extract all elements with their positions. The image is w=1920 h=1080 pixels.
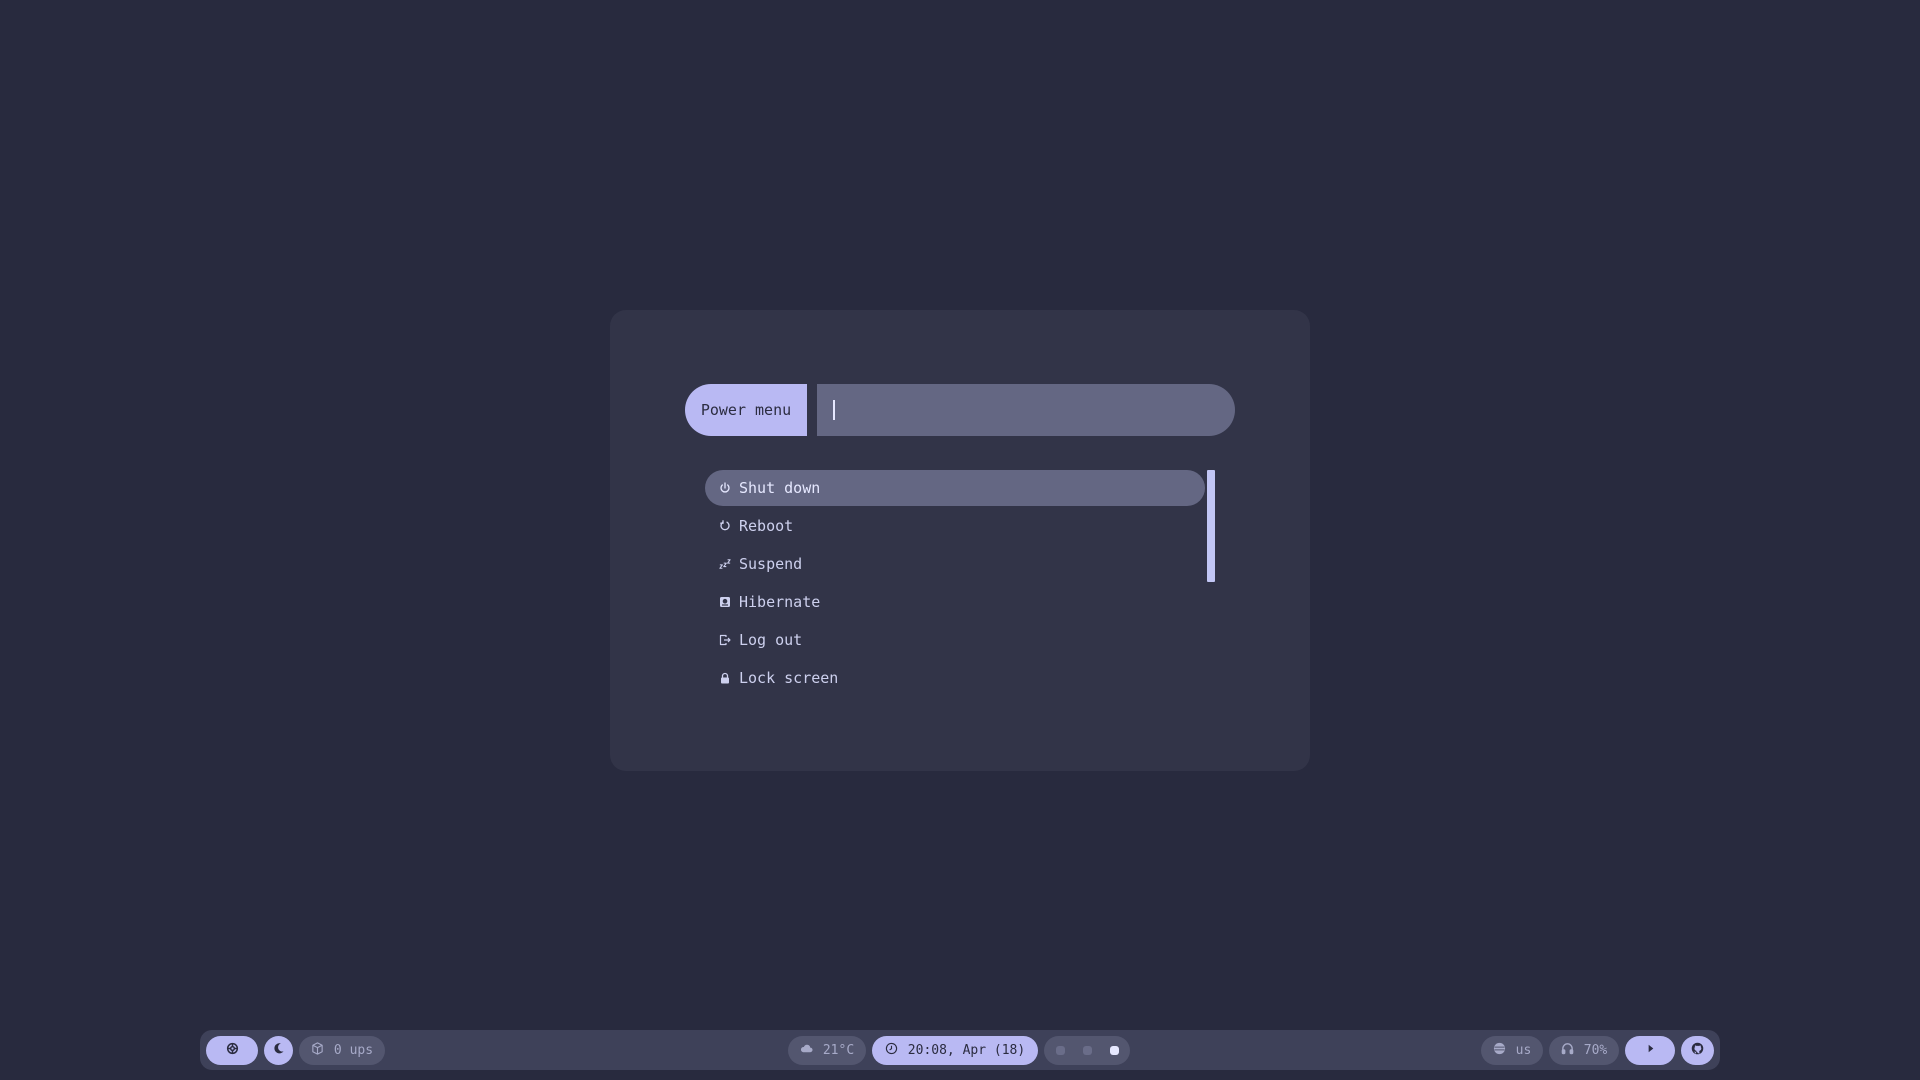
play-icon bbox=[1644, 1042, 1657, 1059]
text-caret bbox=[833, 400, 835, 420]
workspace-indicator-1[interactable] bbox=[1055, 1046, 1065, 1055]
keyboard-layout-widget[interactable]: us bbox=[1481, 1036, 1543, 1065]
workspace-indicator-3[interactable] bbox=[1109, 1046, 1119, 1055]
reboot-icon bbox=[715, 520, 735, 532]
workspace-indicator-2[interactable] bbox=[1082, 1046, 1092, 1055]
volume-label: 70% bbox=[1583, 1043, 1608, 1058]
menu-item-label: Shut down bbox=[739, 479, 821, 497]
menu-item-hibernate[interactable]: Hibernate bbox=[705, 584, 1205, 620]
prompt-label: Power menu bbox=[685, 384, 807, 436]
weather-label: 21°C bbox=[822, 1043, 855, 1058]
menu-item-log-out[interactable]: Log out bbox=[705, 622, 1205, 658]
menu-item-label: Reboot bbox=[739, 517, 794, 535]
workspaces-widget bbox=[1044, 1036, 1130, 1065]
clock-widget[interactable]: 20:08, Apr (18) bbox=[872, 1036, 1038, 1065]
updates-widget[interactable]: 0 ups bbox=[299, 1036, 385, 1065]
menu-item-reboot[interactable]: Reboot bbox=[705, 508, 1205, 544]
menu-item-label: Suspend bbox=[739, 555, 803, 573]
menu-item-label: Log out bbox=[739, 631, 803, 649]
menu-item-label: Lock screen bbox=[739, 669, 839, 687]
sleep-icon bbox=[715, 558, 735, 570]
power-menu-window: Power menu Shut down Reboot Suspend Hibe… bbox=[610, 310, 1310, 771]
menu-item-lock-screen[interactable]: Lock screen bbox=[705, 660, 1205, 696]
updates-label: 0 ups bbox=[333, 1043, 374, 1058]
clock-icon bbox=[885, 1042, 898, 1059]
github-icon bbox=[1691, 1042, 1704, 1059]
launcher-button[interactable] bbox=[206, 1036, 258, 1065]
settings-ring-icon bbox=[226, 1042, 239, 1059]
menu-item-label: Hibernate bbox=[739, 593, 821, 611]
volume-widget[interactable]: 70% bbox=[1549, 1036, 1619, 1065]
moon-icon bbox=[272, 1042, 285, 1059]
github-button[interactable] bbox=[1681, 1036, 1714, 1065]
lock-icon bbox=[715, 672, 735, 684]
status-bar: 0 ups 21°C 20:08, Apr (18) us 70% bbox=[200, 1030, 1720, 1070]
logout-icon bbox=[715, 634, 735, 646]
cloud-icon bbox=[800, 1042, 813, 1059]
headphones-icon bbox=[1561, 1042, 1574, 1059]
clock-label: 20:08, Apr (18) bbox=[907, 1043, 1026, 1058]
weather-widget[interactable]: 21°C bbox=[788, 1036, 866, 1065]
power-menu-list: Shut down Reboot Suspend Hibernate Log o… bbox=[705, 470, 1205, 698]
menu-item-suspend[interactable]: Suspend bbox=[705, 546, 1205, 582]
media-play-button[interactable] bbox=[1625, 1036, 1675, 1065]
hibernate-icon bbox=[715, 596, 735, 608]
search-input[interactable] bbox=[817, 384, 1235, 436]
theme-toggle-button[interactable] bbox=[264, 1036, 293, 1065]
keyboard-layout-label: us bbox=[1515, 1043, 1532, 1058]
menu-item-shut-down[interactable]: Shut down bbox=[705, 470, 1205, 506]
globe-icon bbox=[1493, 1042, 1506, 1059]
scrollbar[interactable] bbox=[1207, 470, 1215, 582]
package-icon bbox=[311, 1042, 324, 1059]
power-icon bbox=[715, 482, 735, 494]
